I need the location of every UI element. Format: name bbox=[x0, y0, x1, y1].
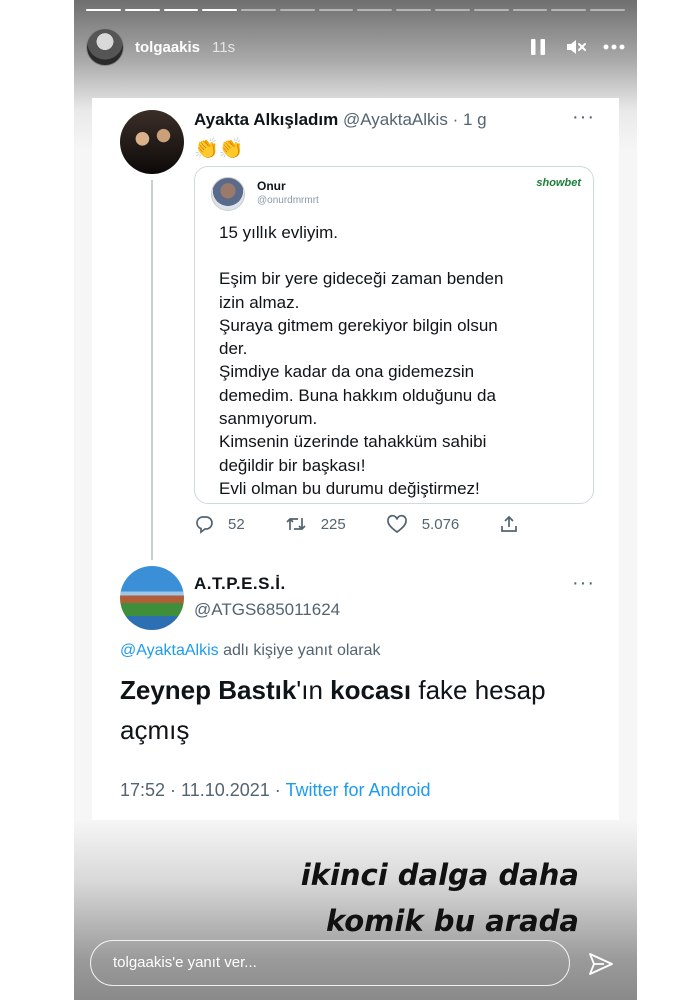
share-action bbox=[499, 514, 519, 534]
embedded-text-line: izin almaz. bbox=[219, 292, 300, 312]
clap-emoji: 👏👏 bbox=[194, 138, 244, 160]
story-time-ago: 11s bbox=[212, 38, 236, 56]
embedded-text-line: demedim. Buna hakkım olduğunu da bbox=[219, 385, 496, 405]
story-progress-segment bbox=[551, 9, 587, 11]
quote-tweet-avatar bbox=[120, 110, 184, 174]
story-progress-segment bbox=[163, 9, 199, 11]
embedded-handle: @onurdmrmrt bbox=[257, 195, 319, 206]
story-progress-segment bbox=[279, 9, 315, 11]
story-progress-segment bbox=[396, 9, 432, 11]
reply-text-bold-word: kocası bbox=[330, 675, 412, 705]
embedded-text-line: 15 yıllık evliyim. bbox=[219, 223, 339, 242]
reply-tweet-time: 17:52 · 11.10.2021 · bbox=[120, 780, 281, 800]
reply-tweet-meta: 17:52 · 11.10.2021 · Twitter for Android bbox=[120, 780, 431, 801]
send-icon[interactable] bbox=[587, 950, 615, 978]
embedded-name: Onur bbox=[257, 179, 286, 193]
thread-line bbox=[151, 180, 153, 560]
quote-tweet-handle: @AyaktaAlkis bbox=[343, 110, 448, 129]
reply-tweet-name: A.T.P.E.S.İ. bbox=[194, 574, 286, 593]
story-progress-segment bbox=[435, 9, 470, 11]
more-options-icon[interactable] bbox=[603, 36, 625, 58]
retweet-icon bbox=[286, 518, 306, 530]
tweet-actions: 52 225 5.076 bbox=[194, 514, 554, 534]
story-progress-segment bbox=[473, 9, 509, 11]
showbet-logo: showbet bbox=[536, 177, 581, 189]
reply-tweet-text: Zeynep Bastık'ın kocası fake hesap açmış bbox=[120, 670, 590, 750]
avatar[interactable] bbox=[86, 28, 124, 66]
reply-tweet-avatar bbox=[120, 566, 184, 630]
story-progress-segment bbox=[241, 9, 276, 11]
embedded-text-line: Eşim bir yere gideceği zaman benden bbox=[219, 269, 504, 289]
story-progress-segment bbox=[590, 9, 625, 11]
embedded-avatar bbox=[211, 177, 245, 211]
reply-text-part: 'ın bbox=[296, 675, 331, 705]
quote-tweet-header: Ayakta Alkışladım @AyaktaAlkis · 1 g bbox=[194, 110, 487, 130]
embedded-text-line bbox=[219, 244, 579, 267]
story-progress-segment bbox=[318, 9, 354, 11]
story-caption-line: komik bu arada bbox=[326, 904, 579, 938]
embedded-text-line: Evli olman bu durumu değiştirmez! bbox=[219, 478, 480, 498]
replying-to-line: @AyaktaAlkis adlı kişiye yanıt olarak bbox=[120, 642, 381, 660]
more-options-icon: ··· bbox=[572, 572, 595, 594]
retweet-count: 225 bbox=[320, 515, 346, 533]
embedded-text-line: Kimsenin üzerinde tahakküm sahibi bbox=[219, 432, 487, 452]
quote-tweet-time: · 1 g bbox=[452, 110, 487, 129]
retweet-action: 225 bbox=[285, 514, 346, 534]
pause-icon[interactable] bbox=[527, 36, 549, 58]
quote-tweet-name: Ayakta Alkışladım bbox=[194, 110, 339, 129]
story-caption: ikinci dalga daha komik bu arada bbox=[301, 852, 579, 944]
more-options-icon: ··· bbox=[572, 106, 595, 128]
story-progress-segment bbox=[202, 9, 238, 11]
story-username[interactable]: tolgaakis bbox=[135, 39, 200, 56]
embedded-text-line: der. bbox=[219, 339, 248, 359]
mute-icon[interactable] bbox=[565, 36, 587, 58]
story-reply-placeholder: tolgaakis'e yanıt ver... bbox=[113, 954, 257, 971]
reply-tweet-source: Twitter for Android bbox=[285, 780, 431, 800]
story-progress-segment bbox=[357, 9, 393, 11]
embedded-text-line: Şimdiye kadar da ona gidemezsin bbox=[219, 362, 475, 382]
heart-icon bbox=[386, 514, 407, 534]
tweet-screenshot-card: Ayakta Alkışladım @AyaktaAlkis · 1 g ···… bbox=[92, 98, 619, 820]
embedded-tweet-text: 15 yıllık evliyim. Eşim bir yere gideceği… bbox=[219, 221, 579, 500]
story-progress-segment bbox=[512, 9, 548, 11]
story-caption-line: ikinci dalga daha bbox=[300, 858, 579, 892]
story-viewer: tolgaakis 11s Ayakta Alkışladım @AyaktaA… bbox=[74, 0, 637, 1000]
reply-action: 52 bbox=[194, 514, 245, 534]
embedded-text-line: sanmıyorum. bbox=[219, 409, 318, 429]
reply-count: 52 bbox=[228, 515, 245, 533]
story-progress-segment bbox=[124, 9, 160, 11]
like-count: 5.076 bbox=[421, 515, 460, 533]
story-header: tolgaakis 11s bbox=[86, 27, 625, 67]
reply-text-bold-name: Zeynep Bastık bbox=[120, 675, 297, 705]
replying-to-mention: @AyaktaAlkis bbox=[120, 642, 219, 659]
story-progress-bar bbox=[86, 9, 625, 11]
embedded-text-line: değildir bir başkası! bbox=[219, 455, 366, 475]
share-icon bbox=[501, 515, 518, 532]
embedded-text-line: Şuraya gitmem gerekiyor bilgin olsun bbox=[219, 315, 498, 335]
embedded-tweet-image: Onur @onurdmrmrt showbet 15 yıllık evliy… bbox=[194, 166, 594, 504]
reply-icon bbox=[196, 516, 213, 534]
like-action: 5.076 bbox=[386, 514, 460, 534]
story-controls bbox=[527, 36, 625, 58]
replying-to-suffix: adlı kişiye yanıt olarak bbox=[223, 642, 381, 659]
story-reply-input[interactable]: tolgaakis'e yanıt ver... bbox=[90, 940, 570, 986]
reply-tweet-handle: @ATGS685011624 bbox=[194, 600, 341, 619]
story-progress-segment bbox=[86, 9, 121, 11]
